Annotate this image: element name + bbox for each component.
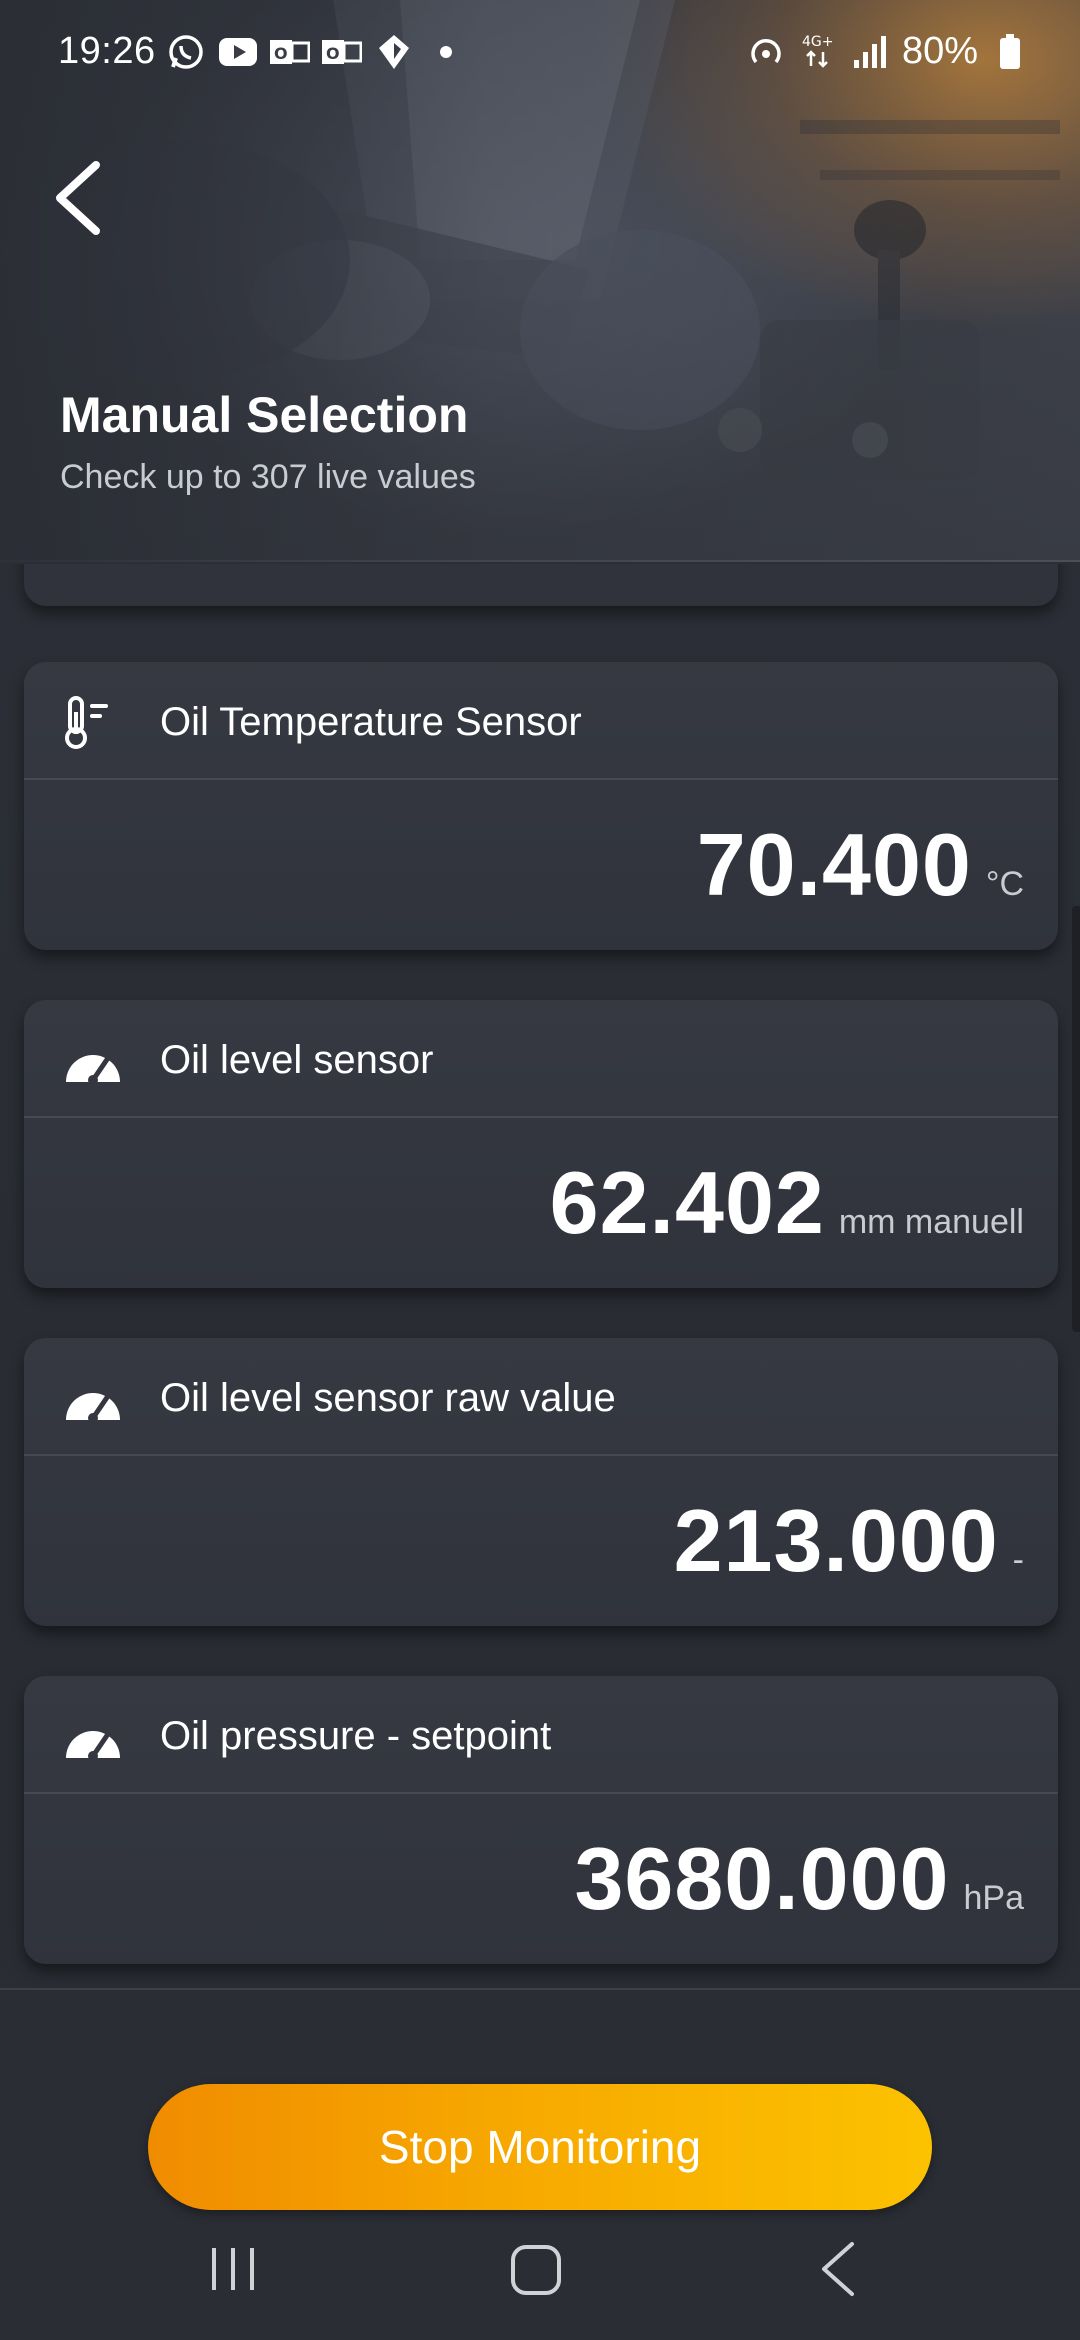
card-header: Oil level sensor raw value bbox=[24, 1338, 1058, 1456]
divider bbox=[0, 1988, 1080, 1990]
header: 19:26 O O 4G+ 80% Manual Selection Check… bbox=[0, 0, 1080, 562]
list-item-oil-level-raw[interactable]: Oil level sensor raw value 213.000 - bbox=[24, 1338, 1058, 1626]
svg-text:O: O bbox=[326, 44, 340, 63]
dot-icon bbox=[426, 32, 466, 72]
data-arrows-icon: 4G+ bbox=[798, 32, 838, 72]
page-title: Manual Selection bbox=[60, 387, 469, 443]
card-body: 3680.000 hPa bbox=[24, 1796, 1058, 1964]
card-label: Oil level sensor raw value bbox=[160, 1376, 616, 1420]
thermometer-icon bbox=[65, 696, 108, 749]
status-bar: 19:26 O O 4G+ 80% bbox=[0, 22, 1080, 82]
system-status: 4G+ 80% bbox=[746, 30, 1030, 73]
battery-level: 80% bbox=[901, 30, 978, 72]
live-values-list[interactable]: Oil Temperature Sensor 70.400 °C Oil lev… bbox=[0, 564, 1080, 1988]
page-subtitle: Check up to 307 live values bbox=[60, 458, 476, 496]
list-item-oil-temperature[interactable]: Oil Temperature Sensor 70.400 °C bbox=[24, 662, 1058, 950]
card-header: Oil level sensor bbox=[24, 1000, 1058, 1118]
card-body: 70.400 °C bbox=[24, 782, 1058, 950]
battery-icon bbox=[990, 32, 1030, 72]
value-unit: - bbox=[1012, 1541, 1024, 1579]
screen: 19:26 O O 4G+ 80% Manual Selection Check… bbox=[0, 0, 1080, 2340]
gauge-icon bbox=[66, 1393, 120, 1423]
notification-icons: O O bbox=[166, 32, 466, 72]
diamond-icon bbox=[374, 32, 414, 72]
signal-icon bbox=[850, 32, 890, 72]
list-item-oil-pressure-setpoint[interactable]: Oil pressure - setpoint 3680.000 hPa bbox=[24, 1676, 1058, 1964]
value-readout: 70.400 °C bbox=[697, 814, 1024, 916]
value-unit: °C bbox=[985, 865, 1024, 903]
chevron-left-icon bbox=[56, 161, 100, 235]
value-unit: mm manuell bbox=[838, 1203, 1024, 1241]
hotspot-icon bbox=[746, 32, 786, 72]
card-header: Oil pressure - setpoint bbox=[24, 1676, 1058, 1794]
card-label: Oil level sensor bbox=[160, 1038, 434, 1082]
live-value: 213.000 bbox=[673, 1491, 999, 1590]
live-value: 70.400 bbox=[696, 815, 972, 914]
outlook-icon: O bbox=[322, 32, 362, 72]
card-label: Oil Temperature Sensor bbox=[160, 700, 582, 744]
outlook-icon: O bbox=[270, 32, 310, 72]
whatsapp-icon bbox=[166, 32, 206, 72]
youtube-icon bbox=[218, 32, 258, 72]
live-value: 62.402 bbox=[549, 1153, 825, 1252]
stop-monitoring-button[interactable]: Stop Monitoring bbox=[148, 2084, 932, 2210]
stop-monitoring-label: Stop Monitoring bbox=[378, 2121, 702, 2173]
card-header: Oil Temperature Sensor bbox=[24, 662, 1058, 780]
card-label: Oil pressure - setpoint bbox=[160, 1714, 552, 1758]
value-readout: 3680.000 hPa bbox=[574, 1828, 1024, 1930]
gauge-icon bbox=[66, 1055, 120, 1085]
svg-text:4G+: 4G+ bbox=[802, 34, 834, 50]
value-readout: 213.000 - bbox=[674, 1490, 1024, 1592]
card-body: 213.000 - bbox=[24, 1458, 1058, 1626]
scrollbar[interactable] bbox=[1072, 906, 1080, 1332]
list-item-oil-level[interactable]: Oil level sensor 62.402 mm manuell bbox=[24, 1000, 1058, 1288]
value-unit: hPa bbox=[963, 1879, 1025, 1917]
recents-icon[interactable] bbox=[208, 2244, 258, 2294]
list-item-partial[interactable] bbox=[24, 564, 1058, 606]
back-icon[interactable] bbox=[818, 2240, 858, 2298]
system-nav-bar bbox=[0, 2220, 1080, 2340]
gauge-icon bbox=[66, 1731, 120, 1761]
status-time: 19:26 bbox=[58, 30, 156, 72]
svg-text:O: O bbox=[274, 44, 288, 63]
card-body: 62.402 mm manuell bbox=[24, 1120, 1058, 1288]
back-button[interactable] bbox=[52, 158, 122, 238]
live-value: 3680.000 bbox=[574, 1829, 950, 1928]
home-icon[interactable] bbox=[508, 2242, 564, 2298]
value-readout: 62.402 mm manuell bbox=[550, 1152, 1024, 1254]
